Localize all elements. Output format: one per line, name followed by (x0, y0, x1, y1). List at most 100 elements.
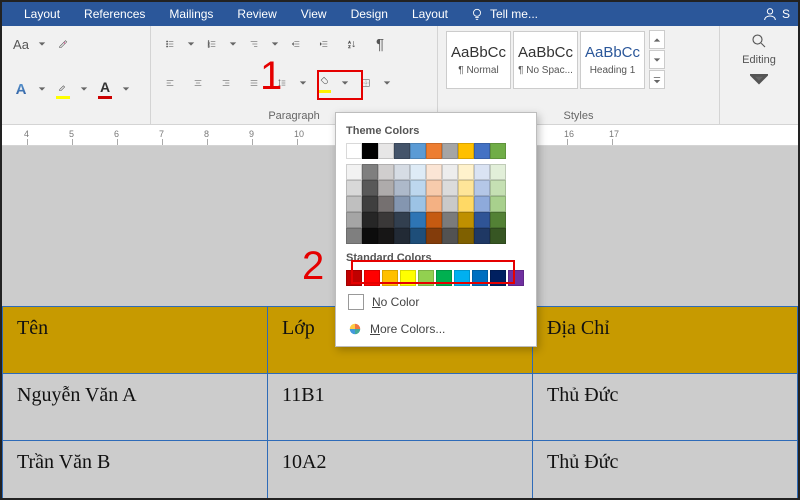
table-cell[interactable]: Thủ Đức (533, 374, 798, 441)
text-effects-button[interactable]: A (10, 78, 32, 100)
theme-swatch[interactable] (394, 196, 410, 212)
style-nav-more[interactable] (649, 70, 665, 89)
theme-swatch[interactable] (378, 212, 394, 228)
numbering-button[interactable]: 123 (201, 33, 223, 55)
theme-swatch[interactable] (346, 212, 362, 228)
tab-design[interactable]: Design (339, 2, 400, 26)
theme-swatch[interactable] (474, 212, 490, 228)
theme-swatch[interactable] (458, 196, 474, 212)
tab-layout[interactable]: Layout (12, 2, 72, 26)
theme-swatch[interactable] (442, 164, 458, 180)
theme-swatch[interactable] (458, 212, 474, 228)
more-colors-item[interactable]: More Colors... (346, 318, 526, 340)
font-color-dropdown[interactable] (122, 78, 130, 100)
theme-swatch[interactable] (410, 212, 426, 228)
share-button[interactable]: S (754, 6, 798, 22)
style-nav-down[interactable] (649, 50, 665, 69)
theme-swatch[interactable] (410, 180, 426, 196)
table-cell[interactable]: Trần Văn B (3, 441, 268, 500)
theme-swatch[interactable] (474, 164, 490, 180)
theme-swatch[interactable] (442, 228, 458, 244)
multilevel-list-button[interactable] (243, 33, 265, 55)
tab-references[interactable]: References (72, 2, 157, 26)
theme-swatch[interactable] (394, 143, 410, 159)
theme-swatch[interactable] (426, 196, 442, 212)
theme-swatch[interactable] (346, 228, 362, 244)
highlight-button[interactable] (52, 79, 74, 95)
theme-swatch[interactable] (378, 180, 394, 196)
table-cell[interactable]: 11B1 (268, 374, 533, 441)
clear-formatting-button[interactable] (52, 33, 74, 55)
theme-swatch[interactable] (442, 180, 458, 196)
increase-indent-button[interactable] (313, 33, 335, 55)
theme-swatch[interactable] (442, 196, 458, 212)
theme-swatch[interactable] (410, 164, 426, 180)
standard-swatch[interactable] (454, 270, 470, 286)
theme-swatch[interactable] (346, 180, 362, 196)
font-color-button[interactable]: A (94, 79, 116, 95)
align-right-button[interactable] (215, 72, 237, 94)
tab-table-layout[interactable]: Layout (400, 2, 460, 26)
standard-swatch[interactable] (382, 270, 398, 286)
tab-mailings[interactable]: Mailings (157, 2, 225, 26)
theme-swatch[interactable] (378, 196, 394, 212)
theme-swatch[interactable] (394, 164, 410, 180)
line-spacing-dropdown[interactable] (299, 72, 307, 94)
borders-dropdown[interactable] (383, 72, 391, 94)
no-color-item[interactable]: No Color (346, 290, 526, 314)
theme-swatch[interactable] (362, 212, 378, 228)
theme-swatch[interactable] (474, 180, 490, 196)
numbering-dropdown[interactable] (229, 33, 237, 55)
style-nav-up[interactable] (649, 30, 665, 49)
theme-swatch[interactable] (394, 180, 410, 196)
theme-swatch[interactable] (394, 212, 410, 228)
change-case-button[interactable]: Aa (10, 33, 32, 55)
table-row[interactable]: Nguyễn Văn A 11B1 Thủ Đức (3, 374, 798, 441)
style-heading1[interactable]: AaBbCcHeading 1 (580, 31, 645, 89)
theme-swatch[interactable] (490, 196, 506, 212)
decrease-indent-button[interactable] (285, 33, 307, 55)
theme-swatch[interactable] (378, 228, 394, 244)
tab-view[interactable]: View (289, 2, 339, 26)
theme-swatch[interactable] (394, 228, 410, 244)
multilevel-dropdown[interactable] (271, 33, 279, 55)
theme-swatch[interactable] (426, 212, 442, 228)
highlight-dropdown[interactable] (80, 78, 88, 100)
justify-button[interactable] (243, 72, 265, 94)
theme-swatch[interactable] (442, 212, 458, 228)
line-spacing-button[interactable] (271, 72, 293, 94)
standard-swatch[interactable] (472, 270, 488, 286)
theme-swatch[interactable] (426, 180, 442, 196)
theme-swatch[interactable] (490, 164, 506, 180)
bullets-dropdown[interactable] (187, 33, 195, 55)
tell-me[interactable]: Tell me... (460, 7, 548, 21)
theme-swatch[interactable] (410, 196, 426, 212)
theme-swatch[interactable] (490, 228, 506, 244)
theme-swatch[interactable] (458, 164, 474, 180)
bullets-button[interactable] (159, 33, 181, 55)
standard-swatch[interactable] (436, 270, 452, 286)
theme-swatch[interactable] (346, 143, 362, 159)
table-cell[interactable]: Nguyễn Văn A (3, 374, 268, 441)
table-header-cell[interactable]: Địa Chỉ (533, 307, 798, 374)
theme-swatch[interactable] (426, 228, 442, 244)
table-cell[interactable]: Thủ Đức (533, 441, 798, 500)
shading-button[interactable] (313, 73, 335, 89)
theme-swatch[interactable] (346, 196, 362, 212)
align-center-button[interactable] (187, 72, 209, 94)
align-left-button[interactable] (159, 72, 181, 94)
theme-swatch[interactable] (426, 143, 442, 159)
standard-swatch[interactable] (400, 270, 416, 286)
theme-swatch[interactable] (474, 143, 490, 159)
text-effects-dropdown[interactable] (38, 78, 46, 100)
theme-swatch[interactable] (426, 164, 442, 180)
theme-swatch[interactable] (378, 143, 394, 159)
theme-swatch[interactable] (346, 164, 362, 180)
standard-swatch[interactable] (490, 270, 506, 286)
theme-swatch[interactable] (442, 143, 458, 159)
shading-dropdown[interactable] (341, 72, 349, 94)
standard-swatch[interactable] (508, 270, 524, 286)
theme-swatch[interactable] (490, 143, 506, 159)
standard-swatch[interactable] (364, 270, 380, 286)
show-marks-button[interactable]: ¶ (369, 33, 391, 55)
